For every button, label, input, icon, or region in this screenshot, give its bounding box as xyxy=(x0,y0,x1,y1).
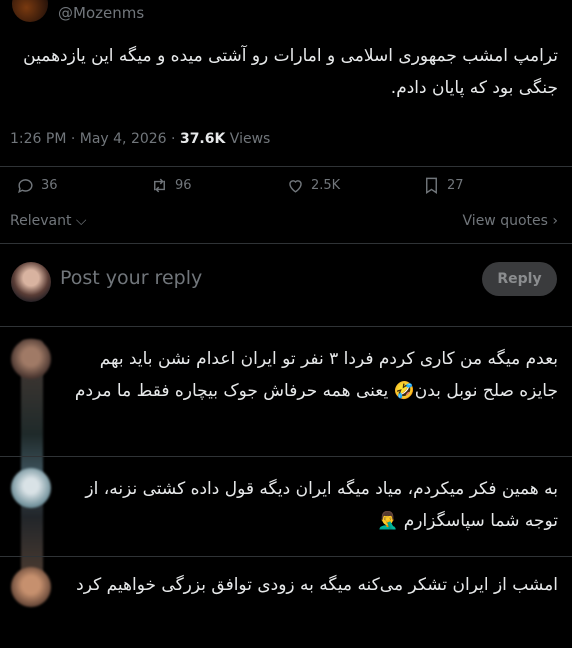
tweet-text: ترامپ امشب جمهوری اسلامی و امارات رو آشت… xyxy=(23,46,558,98)
views-label: Views xyxy=(225,131,271,147)
commenter-avatar[interactable] xyxy=(11,567,51,607)
user-avatar[interactable] xyxy=(11,262,51,302)
reply-icon xyxy=(18,179,33,194)
view-quotes-label: View quotes xyxy=(462,213,548,229)
like-count: 2.5K xyxy=(311,178,341,193)
chevron-right-icon: › xyxy=(547,213,558,229)
divider xyxy=(0,166,572,167)
comment-text: بعدم میگه من کاری کردم فردا ۳ نفر تو ایر… xyxy=(74,349,558,401)
bookmark-count: 27 xyxy=(447,178,464,193)
reply-input[interactable]: Post your reply xyxy=(60,267,202,289)
views-count: 37.6K xyxy=(179,131,226,147)
commenter-avatar[interactable] xyxy=(11,339,51,379)
bookmark-action[interactable]: 27 xyxy=(422,176,464,195)
tweet-actions: 36 96 2.5K 27 xyxy=(0,176,572,206)
comment-text: امشب از ایران تشکر می‌کنه میگه به زودی ت… xyxy=(76,575,558,595)
comment-text: به همین فکر میکردم، میاد میگه ایران دیگه… xyxy=(85,479,558,531)
tweet-meta: 1:26 PM · May 4, 2026 · 37.6K Views xyxy=(10,131,270,147)
divider xyxy=(0,556,572,557)
reply-action[interactable]: 36 xyxy=(16,176,58,195)
heart-icon xyxy=(289,180,302,193)
chevron-down-icon: ⌵ xyxy=(71,213,87,229)
divider xyxy=(0,326,572,327)
author-handle[interactable]: @Mozenms xyxy=(58,4,144,22)
like-action[interactable]: 2.5K xyxy=(286,176,340,195)
repost-count: 96 xyxy=(175,178,192,193)
sort-relevant-dropdown[interactable]: Relevant ⌵ xyxy=(10,213,87,229)
view-quotes-link[interactable]: View quotes › xyxy=(463,213,558,229)
repost-action[interactable]: 96 xyxy=(150,176,192,195)
repost-icon xyxy=(154,178,165,193)
divider xyxy=(0,456,572,457)
divider xyxy=(0,243,572,244)
tweet-timestamp[interactable]: 1:26 PM · May 4, 2026 · xyxy=(10,131,180,147)
sort-label: Relevant xyxy=(10,213,72,229)
bookmark-icon xyxy=(426,177,437,194)
author-avatar[interactable] xyxy=(12,0,48,22)
reply-count: 36 xyxy=(41,178,58,193)
reply-button[interactable]: Reply xyxy=(482,262,557,296)
commenter-avatar[interactable] xyxy=(11,468,51,508)
